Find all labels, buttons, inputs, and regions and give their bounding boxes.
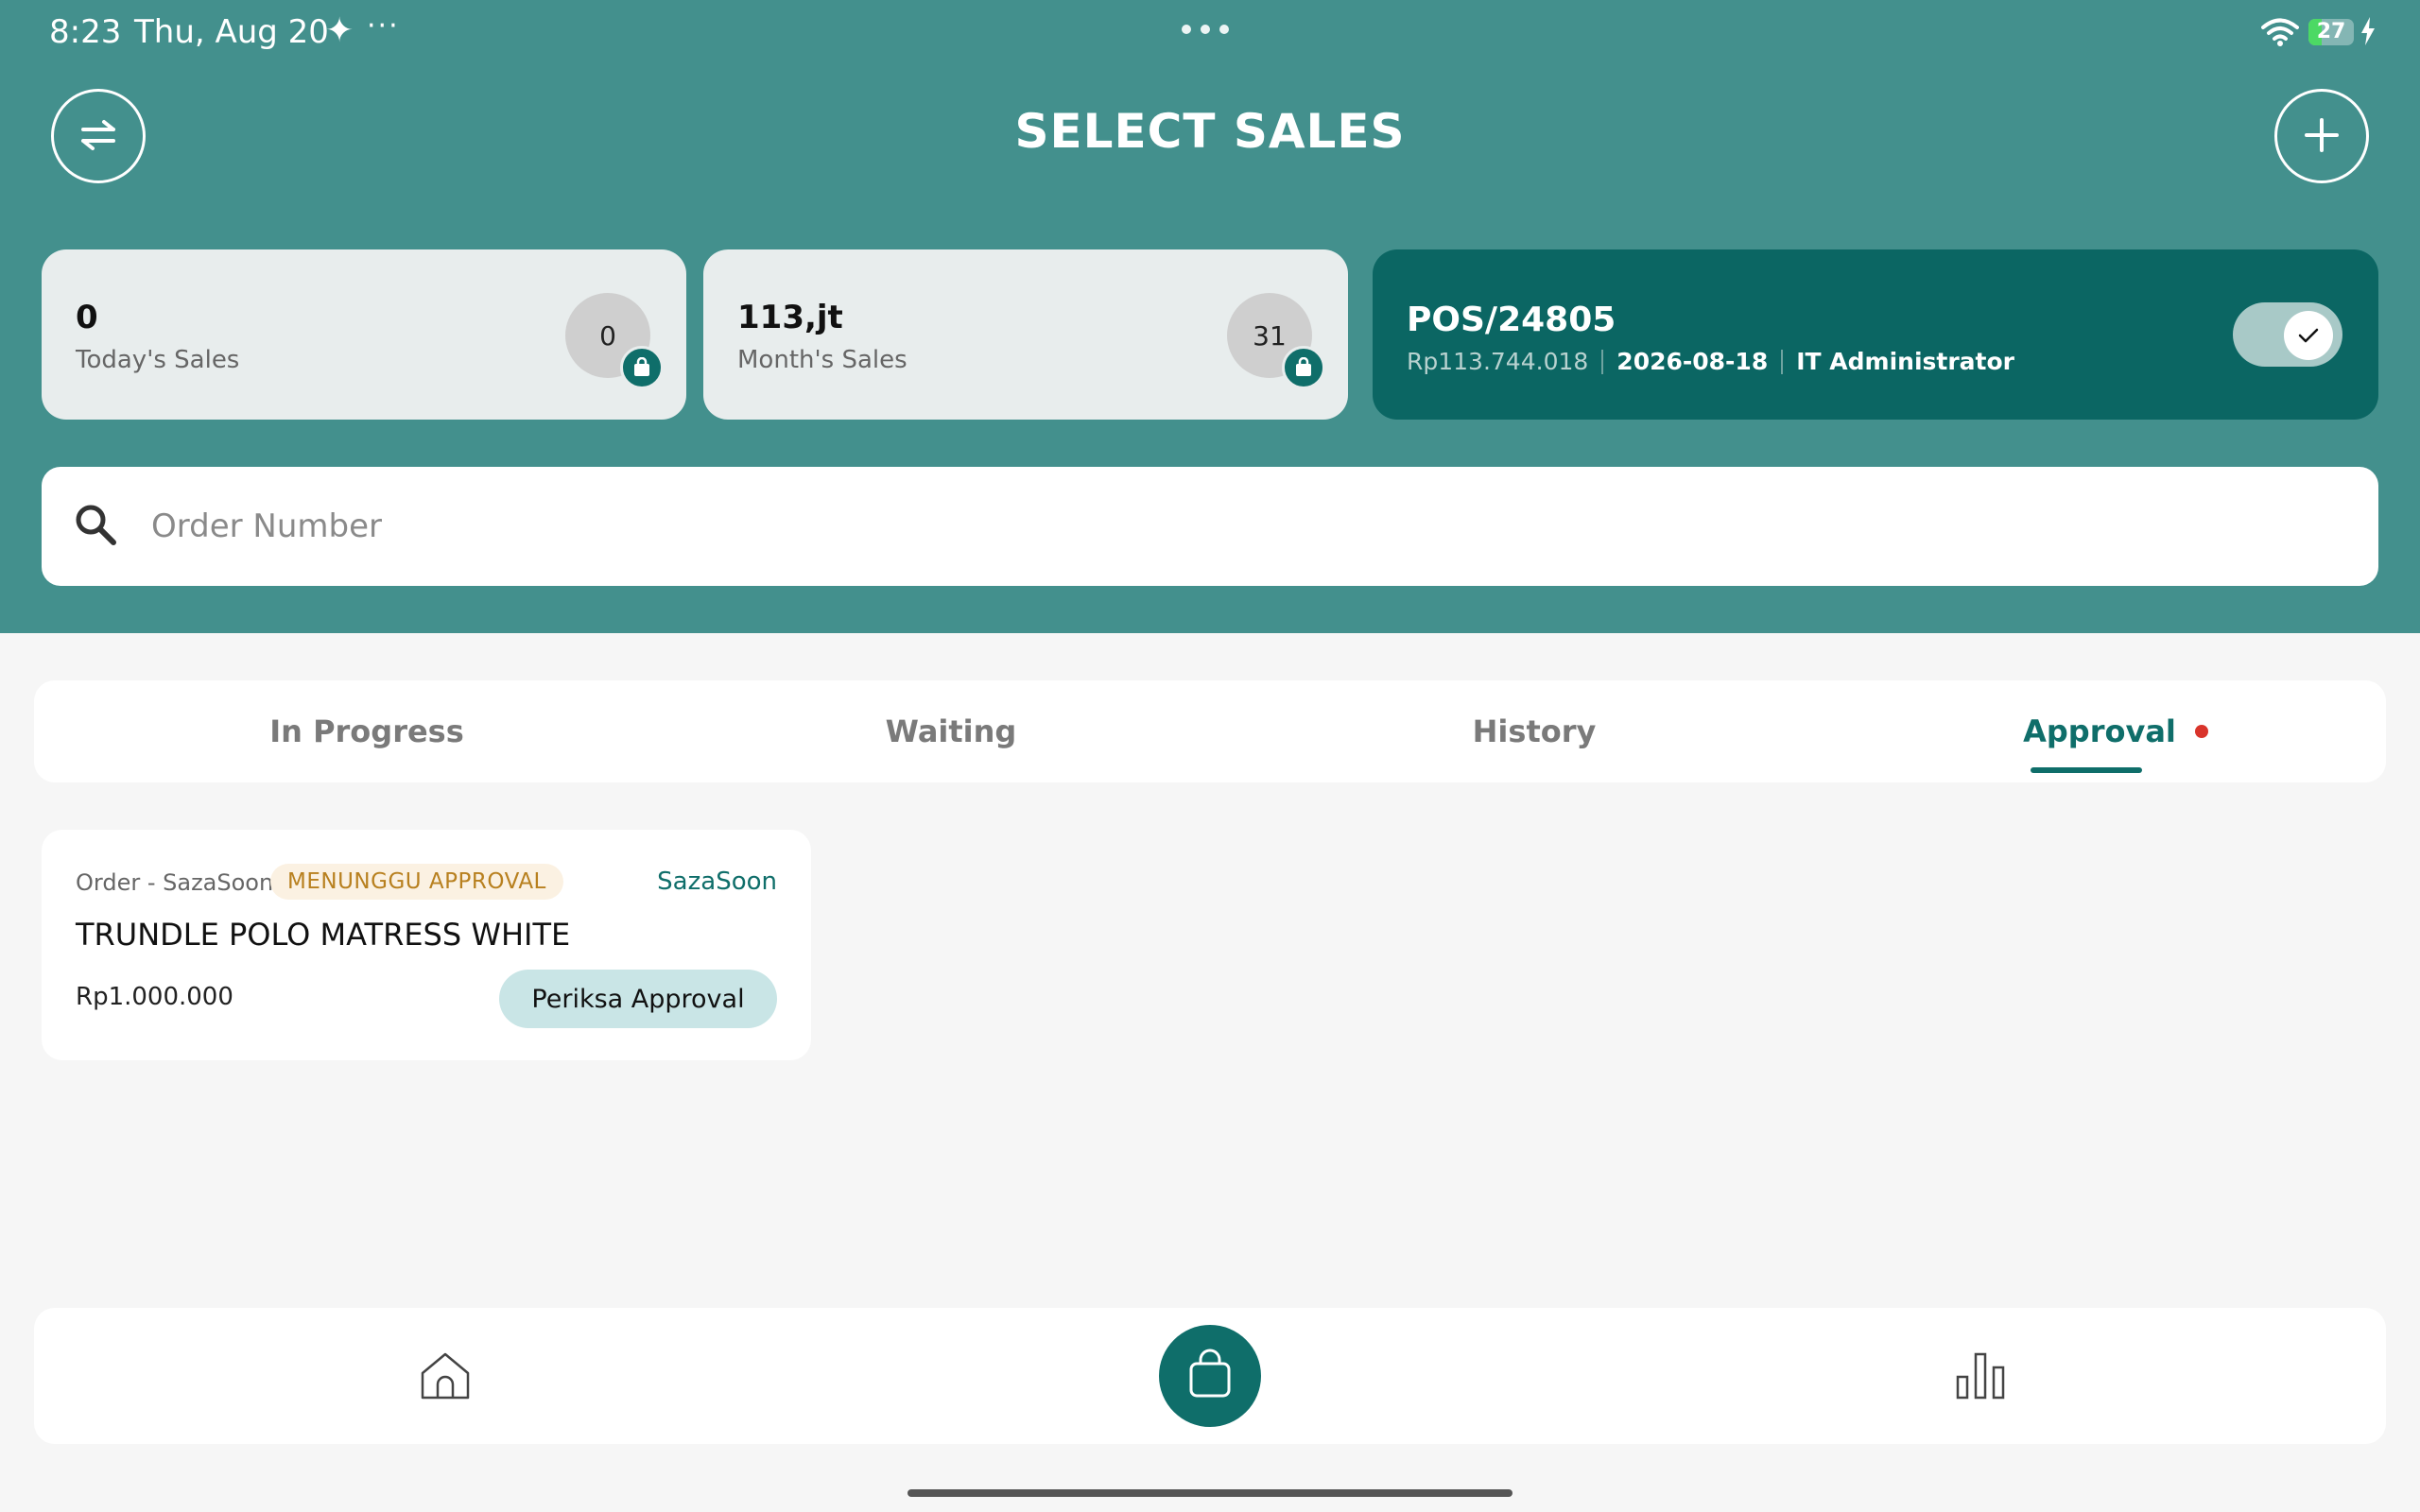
shopping-bag-icon <box>620 346 664 389</box>
order-store: SazaSoon <box>657 868 777 896</box>
todays-sales-label: Today's Sales <box>76 346 240 374</box>
notification-dot <box>2194 725 2208 738</box>
search-bar[interactable] <box>42 467 2378 586</box>
nav-sales[interactable] <box>1159 1325 1261 1427</box>
order-card[interactable]: Order - SazaSoon MENUNGGU APPROVAL SazaS… <box>42 830 811 1060</box>
shopping-bag-icon <box>1186 1349 1234 1403</box>
tab-history[interactable]: History <box>1345 680 1723 782</box>
tab-in-progress[interactable]: In Progress <box>178 680 556 782</box>
shopping-bag-icon <box>1282 346 1325 389</box>
months-sales-label: Month's Sales <box>737 346 908 374</box>
status-badge: MENUNGGU APPROVAL <box>270 864 563 900</box>
status-time: 8:23 <box>49 13 122 51</box>
home-indicator[interactable] <box>908 1489 1512 1497</box>
plus-icon <box>2303 116 2341 157</box>
tab-waiting[interactable]: Waiting <box>762 680 1140 782</box>
charging-icon <box>2360 17 2377 49</box>
todays-sales-value: 0 <box>76 299 98 336</box>
status-bar: 8:23 Thu, Aug 20 ✦ ··· 27 <box>0 0 2420 66</box>
status-more: ··· <box>367 9 400 43</box>
battery-level: 27 <box>2316 20 2346 43</box>
bar-chart-icon <box>1954 1349 2007 1405</box>
nav-reports[interactable] <box>1947 1344 2014 1410</box>
battery-icon: 27 <box>2308 19 2354 45</box>
order-price: Rp1.000.000 <box>76 983 233 1011</box>
page-title: SELECT SALES <box>1014 104 1406 159</box>
sparkle-icon: ✦ <box>325 11 354 50</box>
home-icon <box>419 1349 472 1405</box>
todays-sales-card[interactable]: 0 Today's Sales 0 <box>42 249 686 420</box>
pos-meta: Rp113.744.018 2026-08-18 IT Administrato… <box>1407 348 2014 375</box>
tab-label: Waiting <box>885 713 1017 749</box>
tab-label: Approval <box>2023 713 2176 749</box>
pos-id: POS/24805 <box>1407 301 1616 339</box>
pos-date: 2026-08-18 <box>1616 348 1769 375</box>
pos-session-toggle[interactable] <box>2233 302 2342 367</box>
multitask-dots[interactable] <box>1182 25 1229 34</box>
bottom-navigation <box>34 1308 2386 1444</box>
divider <box>1601 349 1604 374</box>
check-icon <box>2284 311 2333 360</box>
order-type: Order - SazaSoon <box>76 869 274 896</box>
pos-user: IT Administrator <box>1796 348 2014 375</box>
add-button[interactable] <box>2274 89 2369 183</box>
check-approval-button[interactable]: Periksa Approval <box>499 970 777 1028</box>
tab-label: History <box>1472 713 1597 749</box>
search-icon <box>72 501 119 552</box>
order-number-input[interactable] <box>151 493 2325 559</box>
months-sales-value: 113,jt <box>737 299 843 336</box>
nav-home[interactable] <box>412 1344 478 1410</box>
wifi-icon <box>2261 17 2299 51</box>
order-product: TRUNDLE POLO MATRESS WHITE <box>76 917 571 953</box>
status-date: Thu, Aug 20 <box>134 13 329 51</box>
tab-label: In Progress <box>269 713 464 749</box>
months-sales-card[interactable]: 113,jt Month's Sales 31 <box>703 249 1348 420</box>
pos-amount: Rp113.744.018 <box>1407 348 1589 375</box>
active-tab-indicator <box>2031 767 2142 773</box>
pos-session-card[interactable]: POS/24805 Rp113.744.018 2026-08-18 IT Ad… <box>1373 249 2378 420</box>
divider <box>1781 349 1784 374</box>
